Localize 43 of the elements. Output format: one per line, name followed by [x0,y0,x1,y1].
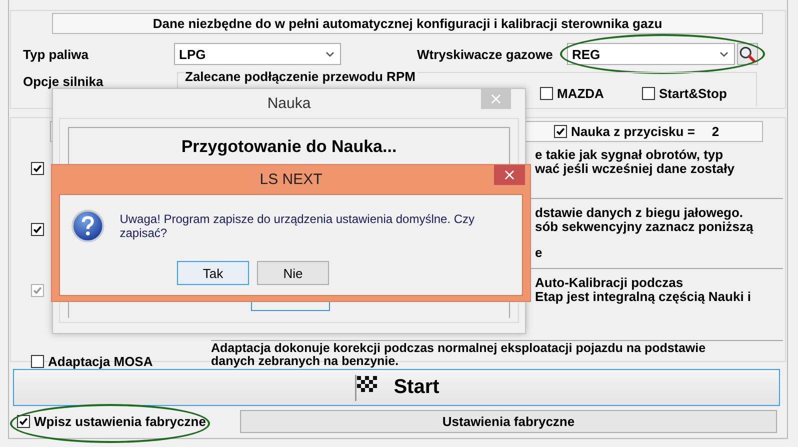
description-text: Adaptacja dokonuje korekcji podczas normalnej eksploatacji pojazdu na podstawie [211,342,707,355]
checkbox[interactable] [31,354,44,368]
description-text: Auto-Kalibracji podczas [535,276,684,290]
checkbox[interactable] [17,414,30,428]
field-label: Opcje silnika [23,74,104,91]
description-text: e [535,246,544,260]
dropdown[interactable]: LPG [174,43,341,65]
dialog-title: Nauka [267,94,311,112]
dialog-message: Uwaga! Program zapisze do urządzenia ustawienia domyślne. Czy zapisać? [120,212,476,240]
description-text: e takie jak sygnał obrotów, typ [535,148,724,162]
checkbox-label: Adaptacja MOSA [48,354,153,368]
description-text: wać jeśli wcześniej dane zostały [535,162,736,176]
checkbox-label: MAZDA [557,86,604,101]
checkbox[interactable] [540,87,553,100]
checkbox-label: Start&Stop [659,86,727,101]
caret-icon [326,52,334,56]
flag-icon [354,374,378,402]
count-value: 2 [712,124,720,139]
close-button[interactable]: × [494,165,525,185]
description-text: sób sekwencyjny zaznacz poniższą [535,220,754,234]
search-button[interactable] [737,43,758,65]
field-label: Typ paliwa [23,46,90,62]
checkbox[interactable] [31,162,44,175]
checkbox[interactable] [642,87,655,100]
dialog-button[interactable]: Nie [257,261,329,285]
dropdown[interactable]: REG [567,43,735,65]
factory-settings-button[interactable]: Ustawienia fabryczne [240,410,777,432]
caret-icon [720,52,728,56]
field-label: Wtryskiwacze gazowe [417,46,554,62]
dialog-title: LS NEXT [260,171,322,188]
group-title: Zalecane podłączenie przewodu RPM [185,69,418,84]
description-text: dstawie danych z biegu jałowego. [535,206,744,220]
checkbox-label: Nauka z przycisku = [571,124,695,139]
checkbox-label: Wpisz ustawienia fabryczne [34,414,206,428]
dialog-button[interactable]: Tak [177,261,249,285]
dialog-heading: Przygotowanie do Nauka... [180,137,398,157]
description-text: Etap jest integralną częścią Nauki i [535,290,752,304]
checkbox[interactable] [554,125,567,138]
section-header: Dane niezbędne do w pełni automatycznej konfiguracji i kalibracji sterownika gazu [52,13,763,34]
checkbox[interactable] [31,223,44,236]
question-icon [71,209,105,243]
description-text: danych zebranych na benzynie. [211,355,399,368]
start-button[interactable]: Start [13,369,780,406]
